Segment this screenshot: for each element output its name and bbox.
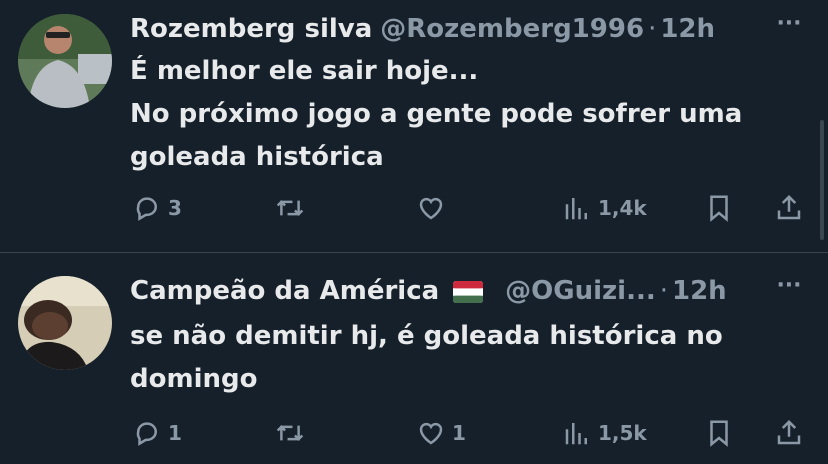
scrollbar[interactable] [820, 120, 824, 240]
timestamp[interactable]: 12h [660, 14, 715, 44]
avatar[interactable] [18, 276, 112, 370]
author-handle[interactable]: @OGuizi... [505, 276, 656, 306]
tweet[interactable]: Rozemberg silva @Rozemberg1996 · 12h ···… [0, 0, 828, 252]
tweet-text-line: goleada histórica [130, 142, 384, 172]
bookmark-button[interactable] [704, 413, 734, 453]
bookmark-icon [710, 420, 728, 447]
tweet-header: Rozemberg silva @Rozemberg1996 · 12h [130, 12, 715, 46]
tweet-text-line: se não demitir hj, é goleada histórica n… [130, 321, 723, 351]
author-name[interactable]: Rozemberg silva [130, 14, 372, 44]
bookmark-icon [710, 195, 728, 222]
bookmark-button[interactable] [704, 188, 734, 228]
share-icon [777, 419, 801, 445]
tweet[interactable]: Campeão da América @OGuizi... · 12h ··· … [0, 253, 828, 464]
author-name[interactable]: Campeão da América [130, 276, 439, 306]
reply-count: 3 [168, 196, 182, 220]
retweet-button[interactable] [274, 413, 306, 453]
reply-icon [136, 197, 157, 221]
like-count: 1 [452, 421, 466, 445]
hungary-flag-icon [453, 280, 484, 303]
views-count: 1,4k [598, 196, 647, 220]
timestamp[interactable]: 12h [672, 276, 727, 306]
retweet-icon [276, 200, 304, 216]
tweet-text: se não demitir hj, é goleada histórica n… [130, 315, 768, 401]
reply-icon [136, 422, 157, 446]
tweet-header: Campeão da América @OGuizi... · 12h [130, 274, 727, 308]
action-bar: 3 1,4k [0, 188, 828, 228]
reply-count: 1 [168, 421, 182, 445]
like-icon [419, 197, 443, 220]
share-button[interactable] [774, 188, 804, 228]
reply-button[interactable]: 1 [132, 413, 182, 453]
like-icon [419, 422, 443, 445]
tweet-text-line: No próximo jogo a gente pode sofrer uma [130, 99, 743, 129]
retweet-button[interactable] [274, 188, 306, 228]
separator: · [659, 276, 668, 306]
separator: · [648, 14, 657, 44]
views-icon [565, 423, 587, 445]
more-icon[interactable]: ··· [772, 12, 806, 46]
views-icon [565, 198, 587, 220]
avatar[interactable] [18, 14, 112, 108]
more-icon[interactable]: ··· [772, 274, 806, 308]
like-button[interactable]: 1 [416, 413, 466, 453]
share-button[interactable] [774, 413, 804, 453]
views-button[interactable]: 1,4k [562, 188, 647, 228]
tweet-text-line: É melhor ele sair hoje... [130, 56, 479, 86]
retweet-icon [276, 425, 304, 441]
author-handle[interactable]: @Rozemberg1996 [380, 14, 644, 44]
share-icon [777, 194, 801, 220]
reply-button[interactable]: 3 [132, 188, 182, 228]
tweet-text-line: domingo [130, 364, 258, 394]
like-button[interactable] [416, 188, 446, 228]
action-bar: 1 1 1,5k [0, 413, 828, 453]
tweet-text: É melhor ele sair hoje... No próximo jog… [130, 50, 768, 179]
views-button[interactable]: 1,5k [562, 413, 647, 453]
views-count: 1,5k [598, 421, 647, 445]
